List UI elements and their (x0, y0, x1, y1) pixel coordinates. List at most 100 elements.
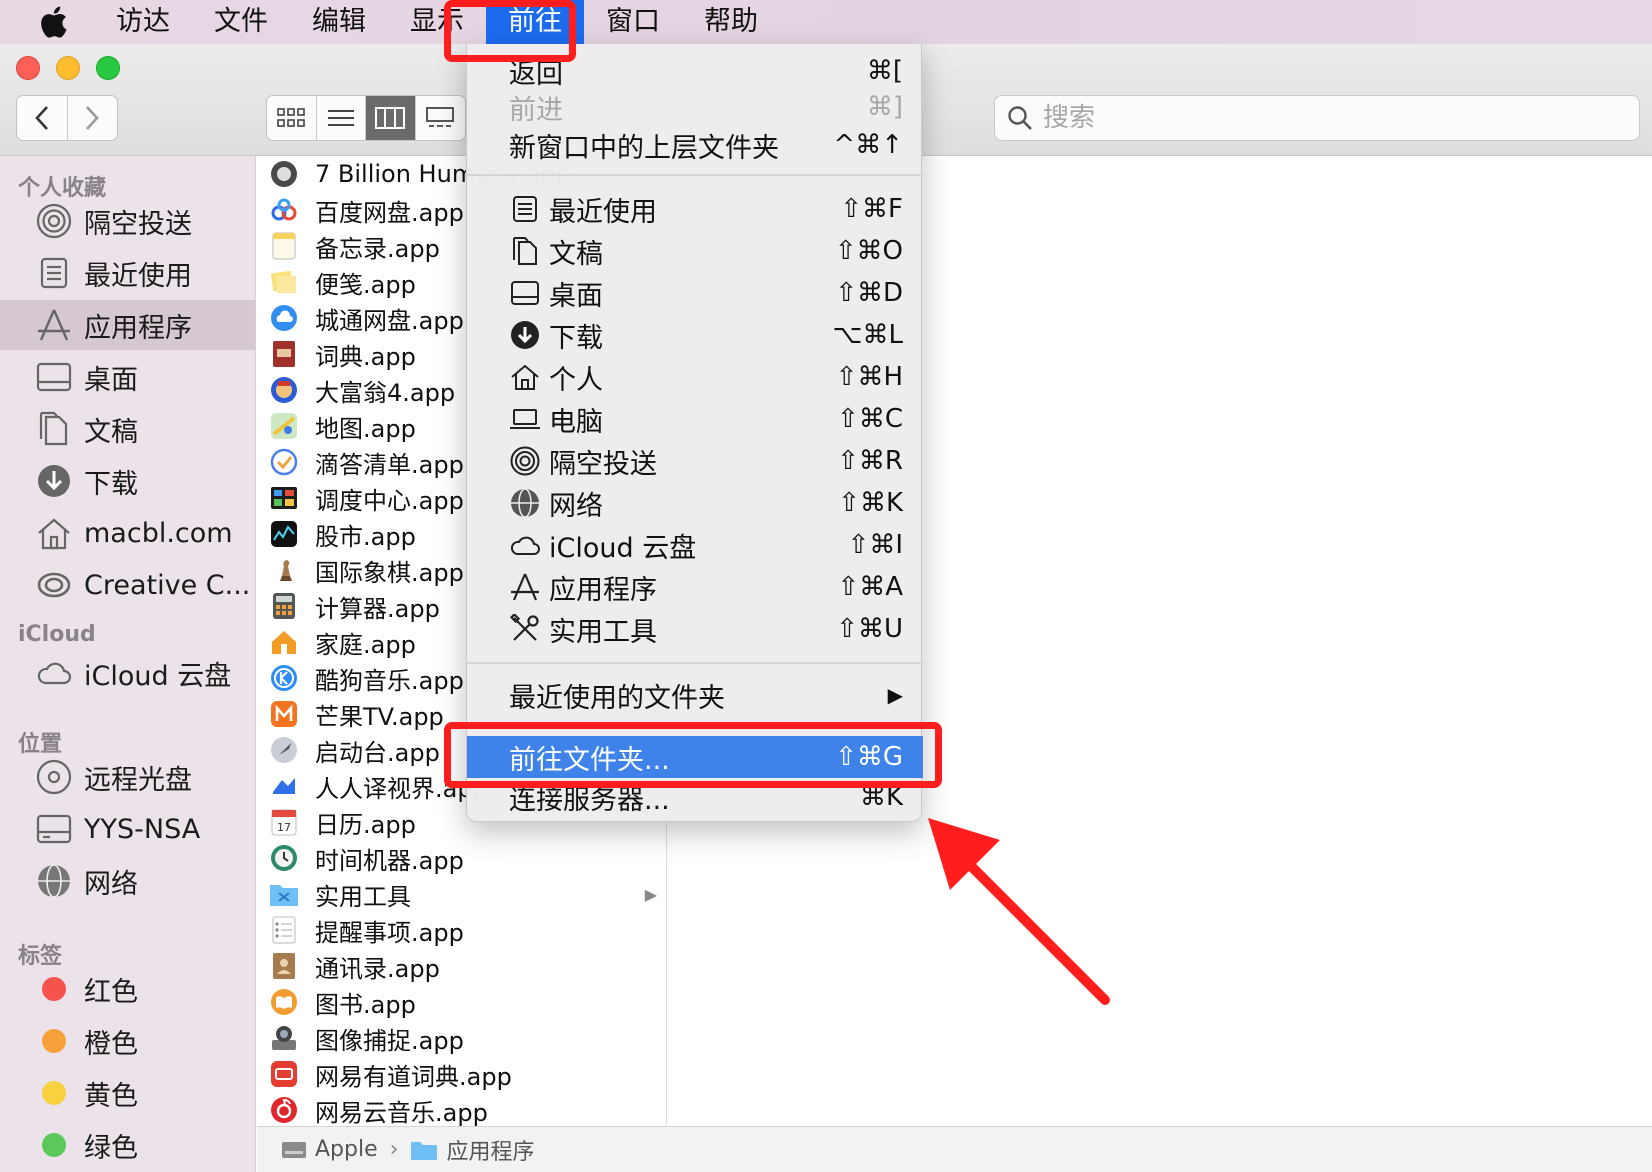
sidebar-tag-orange[interactable]: 橙色 (0, 1016, 255, 1066)
sidebar-tag-green[interactable]: 绿色 (0, 1120, 255, 1170)
sidebar-item-label: 绿色 (84, 1132, 138, 1164)
file-row[interactable]: 图书.app (257, 984, 666, 1020)
path-bar: Apple › 应用程序 (257, 1126, 1652, 1172)
contacts-app-icon (269, 951, 299, 981)
menu-item-home[interactable]: 个人 ⇧⌘H (467, 356, 923, 398)
menu-item-utilities[interactable]: 实用工具 ⇧⌘U (467, 608, 923, 650)
sidebar-item-label: 应用程序 (84, 312, 192, 344)
airdrop-icon (34, 201, 74, 241)
recents-icon (34, 253, 74, 293)
zoom-window-button[interactable] (96, 56, 120, 80)
sidebar-item-nas[interactable]: YYS-NSA (0, 804, 255, 854)
menu-item-downloads[interactable]: 下载 ⌥⌘L (467, 314, 923, 356)
menu-item-airdrop[interactable]: 隔空投送 ⇧⌘R (467, 440, 923, 482)
icon-view-button[interactable] (267, 96, 317, 140)
menu-file[interactable]: 文件 (192, 0, 290, 44)
menu-item-label: 前进 (509, 94, 563, 126)
apple-menu[interactable] (38, 5, 94, 39)
menu-edit[interactable]: 编辑 (290, 0, 388, 44)
list-view-button[interactable] (317, 96, 367, 140)
utilities-folder-icon (269, 879, 299, 909)
sidebar-item-recents[interactable]: 最近使用 (0, 248, 255, 298)
menu-item-shortcut: ⇧⌘H (835, 362, 903, 392)
sidebar-item-label: 网络 (84, 868, 138, 900)
file-name: 便笺.app (315, 270, 416, 299)
sidebar-item-label: macbl.com (84, 517, 233, 549)
grid-icon (277, 108, 306, 127)
youdao-dict-app-icon (269, 1059, 299, 1089)
maps-app-icon (269, 411, 299, 441)
file-row[interactable]: 网易有道词典.app (257, 1056, 666, 1092)
ctfile-app-icon (269, 303, 299, 333)
server-icon (34, 809, 74, 849)
view-mode-switcher (266, 95, 466, 141)
search-input[interactable] (1043, 103, 1603, 133)
minimize-window-button[interactable] (56, 56, 80, 80)
file-row[interactable]: 网易云音乐.app (257, 1092, 666, 1126)
folder-icon (411, 1141, 438, 1160)
sidebar-tag-red[interactable]: 红色 (0, 964, 255, 1014)
menu-window[interactable]: 窗口 (584, 0, 682, 44)
search-field[interactable] (994, 95, 1640, 141)
file-row[interactable]: 时间机器.app (257, 840, 666, 876)
sidebar-item-remote-disc[interactable]: 远程光盘 (0, 752, 255, 802)
menu-item-label: 应用程序 (549, 574, 657, 606)
calculator-app-icon (269, 591, 299, 621)
chevron-left-icon (34, 106, 48, 130)
sidebar-item-desktop[interactable]: 桌面 (0, 352, 255, 402)
sidebar-tag-yellow[interactable]: 黄色 (0, 1068, 255, 1118)
calendar-app-icon: 17 (269, 807, 299, 837)
file-name: 图像捕捉.app (315, 1026, 464, 1055)
menu-item-shortcut: ⇧⌘K (838, 488, 903, 518)
game-app-icon (269, 159, 299, 189)
file-row[interactable]: 提醒事项.app (257, 912, 666, 948)
menu-item-icloud-drive[interactable]: iCloud 云盘 ⇧⌘I (467, 524, 923, 566)
file-row[interactable]: 实用工具 ▶ (257, 876, 666, 912)
menu-item-documents[interactable]: 文稿 ⇧⌘O (467, 230, 923, 272)
sidebar-section-icloud: iCloud (18, 622, 96, 647)
file-row[interactable]: 通讯录.app (257, 948, 666, 984)
sidebar-item-applications[interactable]: 应用程序 (0, 300, 255, 350)
path-segment-root[interactable]: Apple (315, 1137, 378, 1162)
forward-button[interactable] (66, 96, 118, 140)
path-segment-current[interactable]: 应用程序 (446, 1134, 534, 1166)
network-icon (509, 487, 541, 519)
back-button[interactable] (17, 96, 67, 140)
menu-item-enclosing-folder[interactable]: 新窗口中的上层文件夹 ^⌘↑ (467, 124, 923, 166)
menu-item-shortcut: ⌘[ (866, 56, 903, 86)
notes-app-icon (269, 231, 299, 261)
sidebar-item-airdrop[interactable]: 隔空投送 (0, 196, 255, 246)
menu-item-network[interactable]: 网络 ⇧⌘K (467, 482, 923, 524)
creative-cloud-icon (34, 565, 74, 605)
file-row[interactable]: 图像捕捉.app (257, 1020, 666, 1056)
tag-color-dot (42, 1133, 66, 1157)
menu-item-computer[interactable]: 电脑 ⇧⌘C (467, 398, 923, 440)
close-window-button[interactable] (16, 56, 40, 80)
column-view-button[interactable] (366, 96, 416, 140)
sidebar-item-home[interactable]: macbl.com (0, 508, 255, 558)
menu-item-label: 文稿 (549, 238, 603, 270)
sidebar-item-network[interactable]: 网络 (0, 856, 255, 906)
gallery-view-button[interactable] (416, 96, 465, 140)
menu-finder[interactable]: 访达 (94, 0, 192, 44)
menu-item-shortcut: ⇧⌘I (847, 530, 903, 560)
menu-item-recent-folders[interactable]: 最近使用的文件夹 ▶ (467, 674, 923, 716)
sidebar: 个人收藏 隔空投送 最近使用 应用程序 桌面 文稿 下载 macbl.com C… (0, 156, 256, 1172)
sidebar-item-downloads[interactable]: 下载 (0, 456, 255, 506)
menu-item-desktop[interactable]: 桌面 ⇧⌘D (467, 272, 923, 314)
chess-app-icon (269, 555, 299, 585)
file-name: 地图.app (315, 414, 416, 443)
file-name: 滴答清单.app (315, 450, 464, 479)
menu-help[interactable]: 帮助 (682, 0, 780, 44)
menu-item-applications[interactable]: 应用程序 ⇧⌘A (467, 566, 923, 608)
menu-item-label: 桌面 (549, 280, 603, 312)
path-separator: › (389, 1137, 399, 1162)
sidebar-item-creative-cloud[interactable]: Creative C... (0, 560, 255, 610)
sidebar-item-documents[interactable]: 文稿 (0, 404, 255, 454)
books-app-icon (269, 987, 299, 1017)
file-name: 股市.app (315, 522, 416, 551)
utilities-icon (509, 613, 541, 645)
rr-translator-app-icon (269, 771, 299, 801)
sidebar-item-icloud-drive[interactable]: iCloud 云盘 (0, 648, 255, 698)
menu-item-recents[interactable]: 最近使用 ⇧⌘F (467, 188, 923, 230)
